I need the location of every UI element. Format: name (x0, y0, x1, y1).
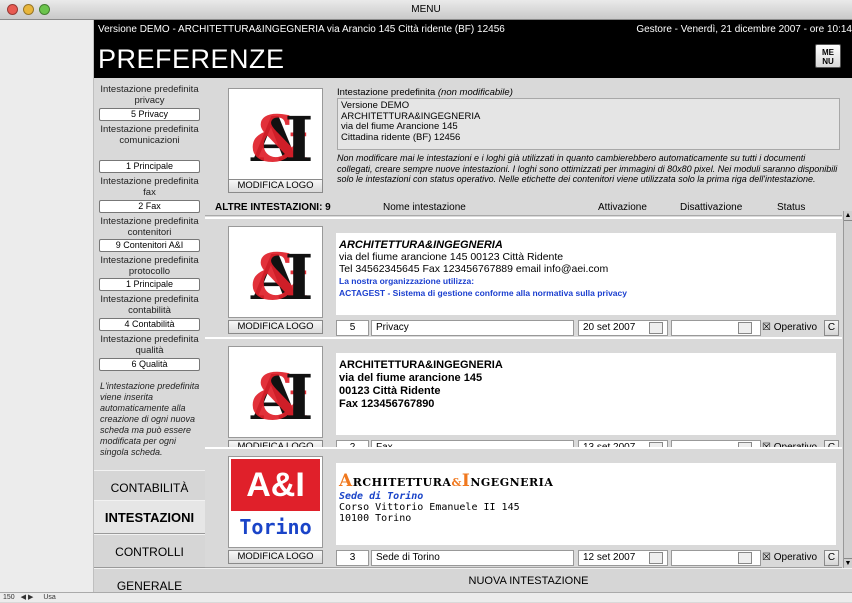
torino-logo-text: Torino (239, 515, 312, 539)
calendar-icon[interactable] (649, 322, 663, 334)
company-info: Versione DEMO - ARCHITETTURA&INGEGNERIA … (98, 24, 505, 35)
sidebar-note: L'intestazione predefinita viene inserit… (100, 381, 200, 457)
zoom-level[interactable]: 150 (3, 594, 15, 601)
col-deactivation-header[interactable]: Disattivazione (680, 200, 742, 216)
pref-select-quality[interactable]: 6 Qualità (99, 358, 200, 371)
checkbox-checked-icon[interactable]: ☒ (762, 552, 771, 563)
svg-text:I: I (284, 361, 313, 431)
status-bar: 150 ◀ ▶ Usa (0, 592, 852, 602)
record-modify-logo-button[interactable]: MODIFICA LOGO (228, 320, 323, 334)
ai-logo-icon: A & I (250, 360, 314, 431)
svg-text:I: I (284, 241, 313, 311)
record-name-field[interactable]: Sede di Torino (371, 550, 574, 566)
page-title: PREFERENZE (98, 44, 285, 74)
default-logo: A & I (228, 88, 323, 180)
scroll-down-icon[interactable]: ▼ (844, 558, 852, 568)
calendar-icon[interactable] (738, 322, 752, 334)
record-logo: A & I (228, 226, 323, 318)
record-c-button[interactable]: C (824, 550, 839, 566)
left-strip (0, 20, 94, 602)
pref-select-protocol[interactable]: 1 Principale (99, 278, 200, 291)
other-headers-count: ALTRE INTESTAZIONI: 9 (215, 202, 331, 213)
pref-label-quality: Intestazione predefinita qualità (100, 334, 199, 356)
main-panel: A & I MODIFICA LOGO Intestazione predefi… (205, 78, 852, 568)
mode-label: Usa (43, 594, 56, 601)
record-status[interactable]: ☒ Operativo (762, 550, 817, 566)
styled-company-name: ARCHITETTURA&INGEGNERIA (339, 471, 554, 491)
record-status[interactable]: ☒ Operativo (762, 320, 817, 336)
pref-label-accounting: Intestazione predefinita contabilità (100, 294, 199, 316)
record-number-field[interactable]: 5 (336, 320, 369, 336)
pref-select-privacy[interactable]: 5 Privacy (99, 108, 200, 121)
pref-select-fax[interactable]: 2 Fax (99, 200, 200, 213)
window-titlebar: MENU (0, 0, 852, 20)
new-header-button[interactable]: NUOVA INTESTAZIONE (205, 568, 852, 592)
col-activation-header[interactable]: Attivazione (598, 200, 647, 216)
user-date: Gestore - Venerdì, 21 dicembre 2007 - or… (636, 24, 852, 35)
ai-logo-icon: A & I (250, 240, 314, 311)
pref-select-communications[interactable]: 1 Principale (99, 160, 200, 173)
default-header-text: Versione DEMO ARCHITETTURA&INGEGNERIA vi… (337, 98, 840, 150)
pref-select-containers[interactable]: 9 Contenitori A&I (99, 239, 200, 252)
svg-text:I: I (284, 103, 313, 173)
record-header-text[interactable]: ARCHITETTURA&INGEGNERIA via del fiume ar… (336, 233, 836, 315)
default-header-caption: Intestazione predefinita (non modificabi… (337, 87, 513, 98)
default-headers-sidebar: Intestazione predefinita privacy 5 Priva… (94, 78, 205, 470)
col-name-header[interactable]: Nome intestazione (383, 200, 466, 216)
checkbox-checked-icon[interactable]: ☒ (762, 322, 771, 333)
pref-label-fax: Intestazione predefinita fax (100, 176, 199, 198)
nav-contabilita-button[interactable]: CONTABILITÀ (94, 470, 205, 504)
record-modify-logo-button[interactable]: MODIFICA LOGO (228, 550, 323, 564)
pref-label-containers: Intestazione predefinita contenitori (100, 216, 199, 238)
pref-label-protocol: Intestazione predefinita protocollo (100, 255, 199, 277)
header-record[interactable]: A&I Torino ARCHITETTURA&INGEGNERIA Sede … (205, 447, 842, 568)
record-logo: A&I Torino (228, 456, 323, 548)
pref-label-communications: Intestazione predefinita comunicazioni (100, 124, 199, 146)
list-scrollbar[interactable]: ▲ ▼ (843, 211, 852, 568)
zoom-arrows-icon[interactable]: ◀ ▶ (21, 594, 34, 601)
list-header: ALTRE INTESTAZIONI: 9 Nome intestazione … (205, 200, 842, 216)
record-c-button[interactable]: C (824, 320, 839, 336)
record-logo: A & I (228, 346, 323, 438)
nav-intestazioni-button[interactable]: INTESTAZIONI (94, 500, 205, 534)
record-number-field[interactable]: 3 (336, 550, 369, 566)
menu-button[interactable]: ME NU (815, 44, 841, 68)
header-record[interactable]: A & I ARCHITETTURA&INGEGNERIA via del fi… (205, 337, 842, 458)
record-header-text[interactable]: ARCHITETTURA&INGEGNERIA via del fiume ar… (336, 353, 836, 435)
ai-logo-icon: A & I (250, 102, 314, 173)
pref-select-accounting[interactable]: 4 Contabilità (99, 318, 200, 331)
ai-torino-logo: A&I (231, 459, 320, 511)
record-header-text[interactable]: ARCHITETTURA&INGEGNERIA Sede di Torino C… (336, 463, 836, 545)
header-record[interactable]: A & I ARCHITETTURA&INGEGNERIA via del fi… (205, 217, 842, 338)
default-modify-logo-button[interactable]: MODIFICA LOGO (228, 179, 323, 193)
pref-label-privacy: Intestazione predefinita privacy (100, 84, 199, 106)
default-header-warning: Non modificare mai le intestazioni e i l… (337, 153, 838, 184)
window-title: MENU (411, 4, 441, 15)
app-header: Versione DEMO - ARCHITETTURA&INGEGNERIA … (94, 20, 852, 78)
calendar-icon[interactable] (738, 552, 752, 564)
calendar-icon[interactable] (649, 552, 663, 564)
nav-controlli-button[interactable]: CONTROLLI (94, 534, 205, 568)
record-name-field[interactable]: Privacy (371, 320, 574, 336)
scroll-up-icon[interactable]: ▲ (844, 211, 852, 221)
col-status-header[interactable]: Status (777, 200, 805, 216)
